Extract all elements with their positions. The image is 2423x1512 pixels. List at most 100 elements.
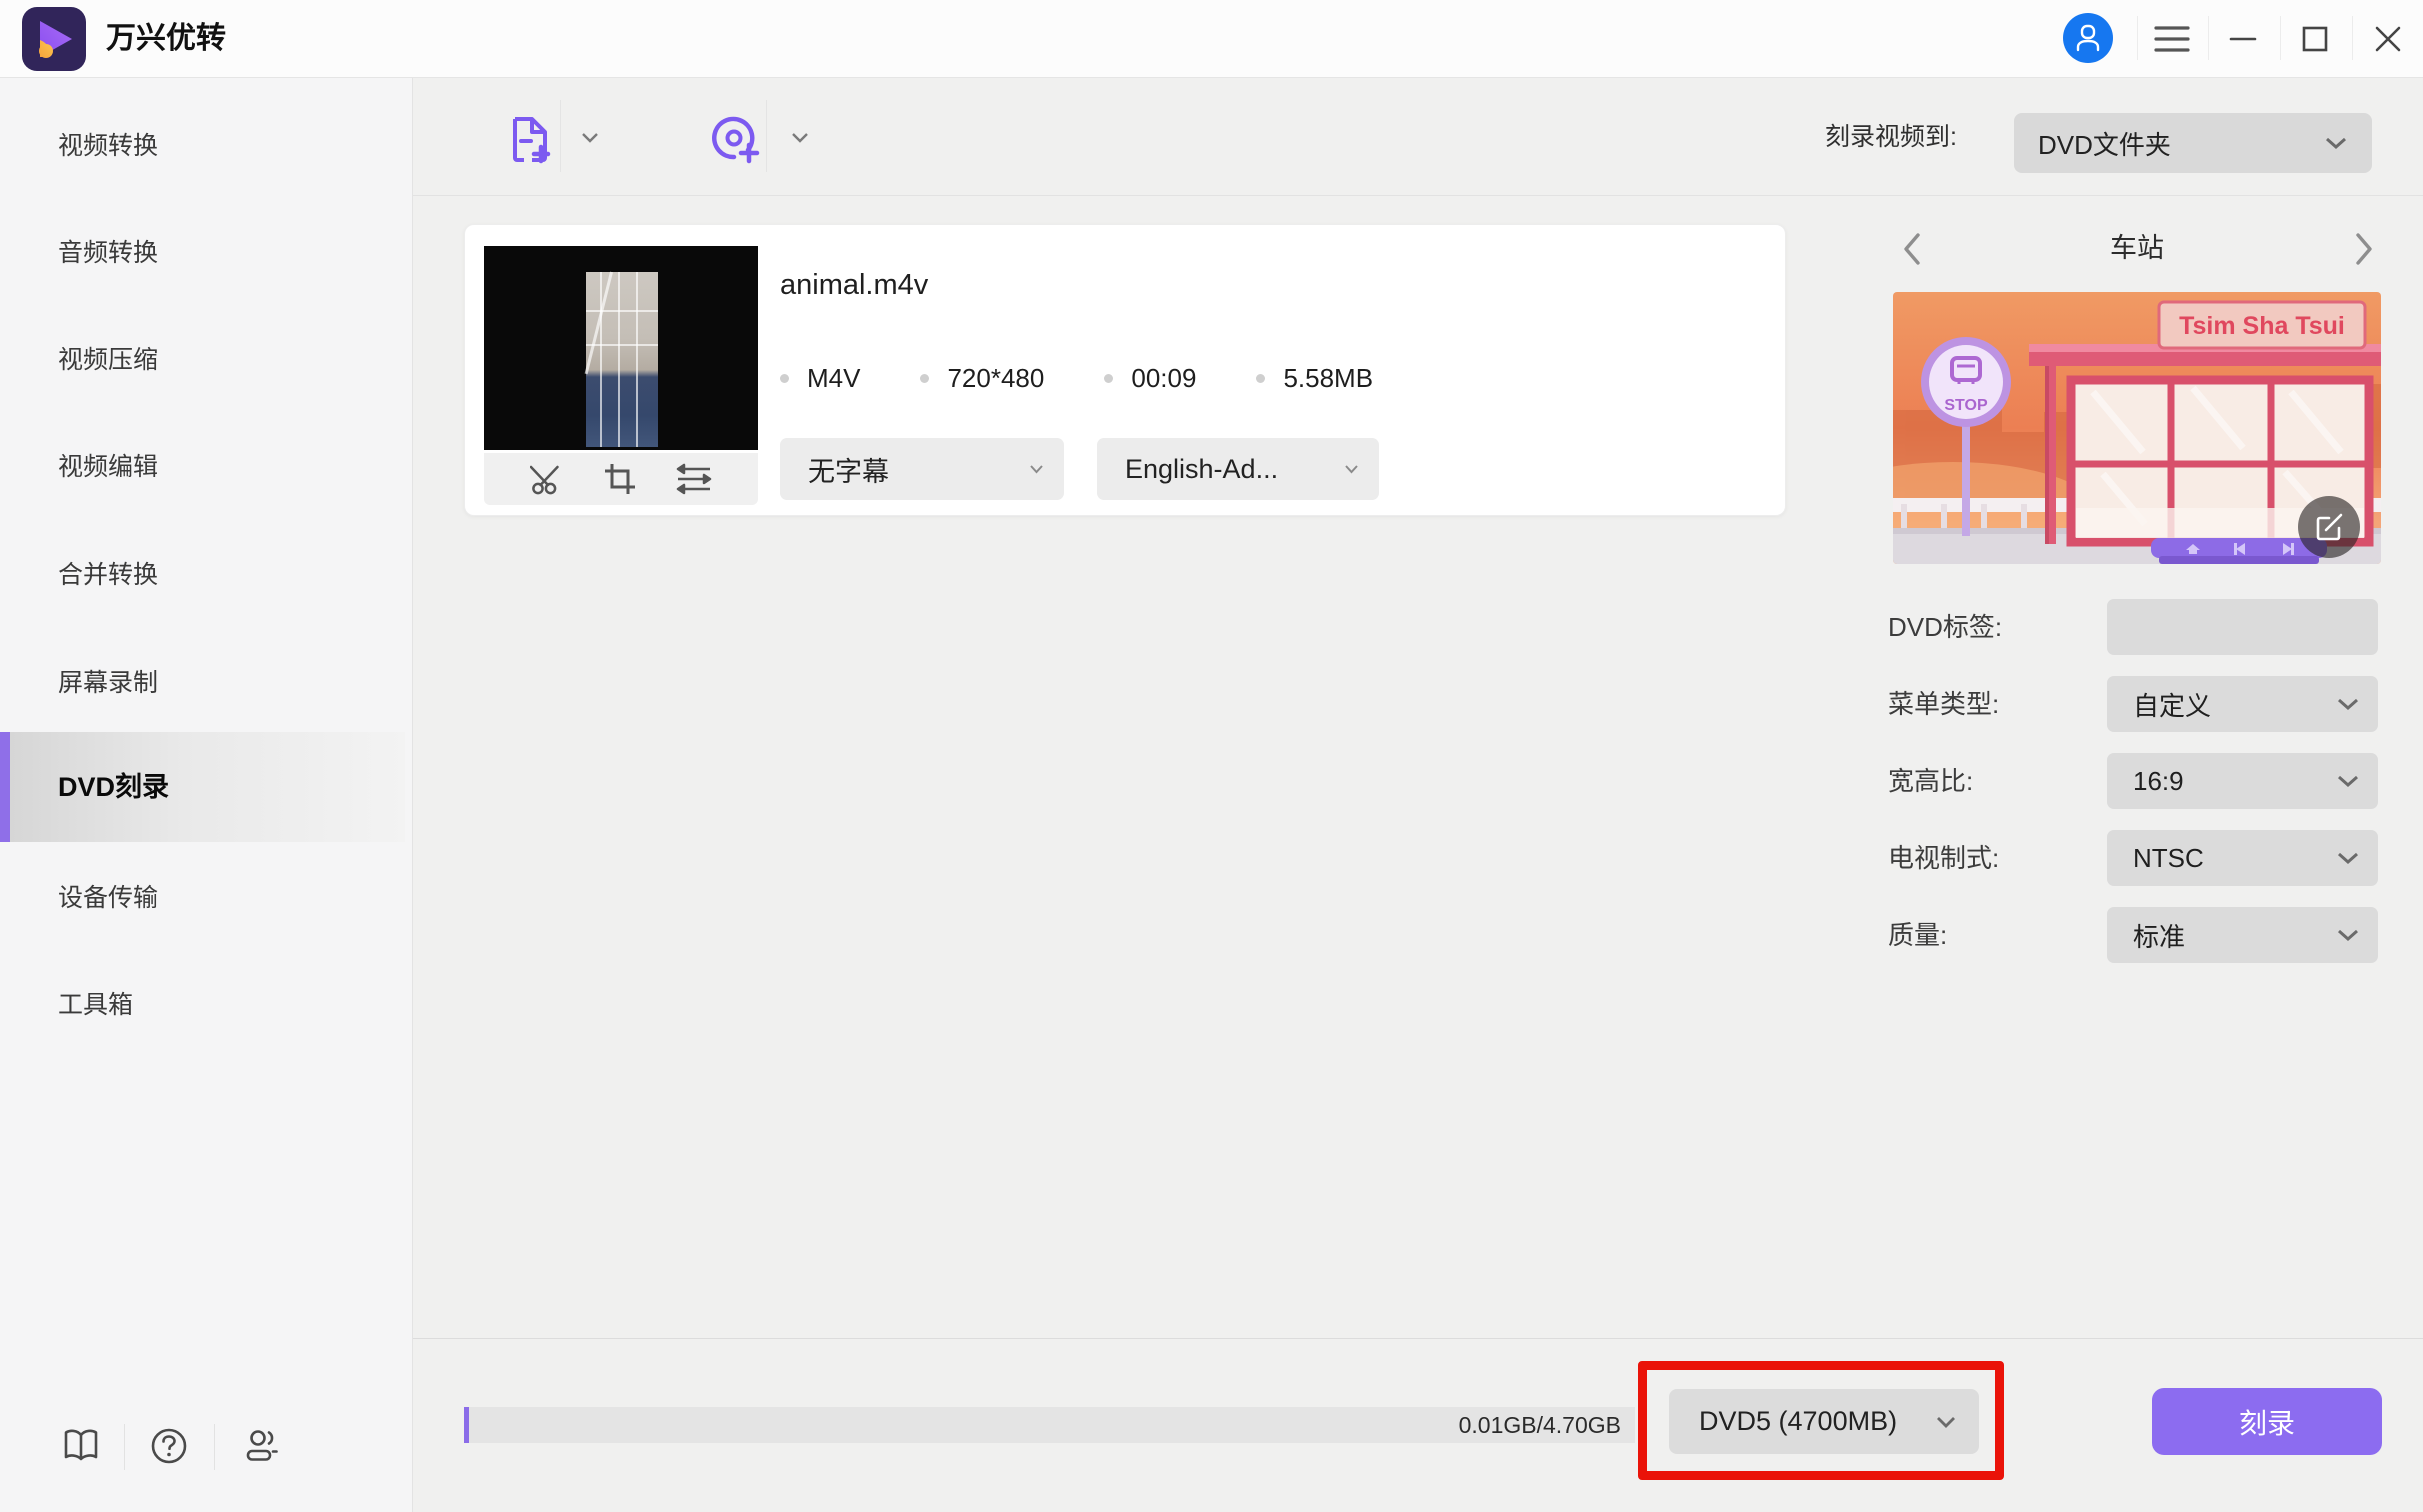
sidebar-item-video-compress[interactable]: 视频压缩 bbox=[0, 334, 412, 386]
disc-usage-fill bbox=[464, 1407, 469, 1443]
question-icon bbox=[151, 1428, 187, 1464]
disc-usage-text: 0.01GB/4.70GB bbox=[1458, 1411, 1621, 1438]
add-disc-icon bbox=[712, 116, 760, 164]
dvd-label-input[interactable] bbox=[2133, 598, 2360, 656]
edit-icon bbox=[2316, 513, 2343, 541]
close-icon bbox=[2375, 26, 2401, 51]
app-logo-icon bbox=[22, 7, 86, 71]
burn-button[interactable]: 刻录 bbox=[2152, 1388, 2382, 1455]
chevron-down-icon bbox=[582, 133, 598, 143]
file-resolution: 720*480 bbox=[947, 363, 1045, 393]
burn-to-dropdown[interactable]: DVD文件夹 bbox=[2014, 113, 2372, 173]
effects-button[interactable] bbox=[676, 463, 712, 495]
sidebar-item-label: DVD刻录 bbox=[58, 772, 170, 802]
sidebar-item-device-transfer[interactable]: 设备传输 bbox=[0, 872, 412, 924]
template-carousel-header: 车站 bbox=[1893, 222, 2381, 274]
titlebar-separator bbox=[2137, 16, 2138, 60]
toolbar-separator bbox=[766, 100, 767, 172]
chevron-left-icon bbox=[1904, 233, 1920, 265]
guide-button[interactable] bbox=[62, 1428, 100, 1464]
menu-type-dropdown[interactable]: 自定义 bbox=[2107, 676, 2378, 732]
sidebar-item-dvd-burn[interactable]: DVD刻录 bbox=[0, 732, 405, 842]
chevron-down-icon bbox=[2336, 851, 2360, 865]
maximize-button[interactable] bbox=[2287, 0, 2343, 77]
sidebar-item-video-convert[interactable]: 视频转换 bbox=[0, 120, 412, 172]
active-accent-bar bbox=[0, 732, 10, 842]
add-file-icon bbox=[513, 117, 551, 164]
app-window: 万兴优转 视频转换 音频转换 视频压缩 视频编辑 合并转换 屏幕录制 DVD刻录… bbox=[0, 0, 2423, 1512]
sidebar-item-merge-convert[interactable]: 合并转换 bbox=[0, 549, 412, 601]
sidebar: 视频转换 音频转换 视频压缩 视频编辑 合并转换 屏幕录制 DVD刻录 设备传输… bbox=[0, 78, 413, 1512]
chevron-down-icon bbox=[1029, 464, 1044, 474]
community-button[interactable] bbox=[243, 1428, 281, 1464]
add-disc-button[interactable] bbox=[708, 112, 762, 166]
meta-bullet bbox=[920, 374, 930, 383]
titlebar-separator bbox=[2352, 16, 2353, 60]
add-disc-dropdown-button[interactable] bbox=[791, 132, 809, 143]
aspect-ratio-dropdown[interactable]: 16:9 bbox=[2107, 753, 2378, 809]
disc-type-value: DVD5 (4700MB) bbox=[1699, 1406, 1898, 1436]
dvd-label-field-label: DVD标签: bbox=[1888, 612, 2003, 642]
aspect-ratio-field-label: 宽高比: bbox=[1888, 766, 1974, 796]
video-thumbnail[interactable] bbox=[484, 246, 758, 450]
template-title: 车站 bbox=[2110, 233, 2164, 263]
crop-button[interactable] bbox=[604, 463, 636, 495]
toolbar-separator bbox=[560, 100, 561, 172]
tv-standard-dropdown[interactable]: NTSC bbox=[2107, 830, 2378, 886]
burn-to-value: DVD文件夹 bbox=[2038, 129, 2171, 160]
subtitle-dropdown[interactable]: 无字幕 bbox=[780, 438, 1064, 500]
audio-track-value: English-Ad... bbox=[1125, 453, 1279, 484]
user-icon bbox=[2076, 24, 2100, 52]
sidebar-item-toolbox[interactable]: 工具箱 bbox=[0, 979, 412, 1031]
template-prev-button[interactable] bbox=[1895, 230, 1929, 268]
menu-type-value: 自定义 bbox=[2133, 690, 2212, 721]
clip-tools bbox=[484, 453, 758, 505]
trim-button[interactable] bbox=[530, 462, 564, 496]
file-format: M4V bbox=[807, 363, 861, 393]
menu-button[interactable] bbox=[2144, 0, 2200, 77]
account-avatar[interactable] bbox=[2063, 13, 2113, 63]
chevron-right-icon bbox=[2356, 233, 2372, 265]
title-bar: 万兴优转 bbox=[0, 0, 2423, 78]
sidebar-item-video-edit[interactable]: 视频编辑 bbox=[0, 441, 412, 493]
disc-type-dropdown[interactable]: DVD5 (4700MB) bbox=[1669, 1389, 1979, 1454]
close-button[interactable] bbox=[2360, 0, 2416, 77]
quality-field-label: 质量: bbox=[1888, 920, 1948, 950]
minimize-button[interactable] bbox=[2215, 0, 2271, 77]
meta-bullet bbox=[1256, 374, 1266, 383]
file-size: 5.58MB bbox=[1283, 363, 1374, 393]
book-icon bbox=[64, 1429, 98, 1461]
sidebar-item-audio-convert[interactable]: 音频转换 bbox=[0, 227, 412, 279]
quality-dropdown[interactable]: 标准 bbox=[2107, 907, 2378, 963]
chevron-down-icon bbox=[1935, 1415, 1957, 1429]
app-title: 万兴优转 bbox=[106, 22, 226, 55]
chevron-down-icon bbox=[2336, 928, 2360, 942]
chevron-down-icon bbox=[1344, 464, 1359, 474]
scissors-icon bbox=[530, 465, 559, 495]
sidebar-item-screen-record[interactable]: 屏幕录制 bbox=[0, 657, 412, 709]
bottom-divider bbox=[413, 1338, 2423, 1339]
tv-standard-field-label: 电视制式: bbox=[1888, 843, 2000, 873]
titlebar-separator bbox=[2208, 16, 2209, 60]
chevron-down-icon bbox=[2336, 774, 2360, 788]
main-toolbar: 刻录视频到: DVD文件夹 bbox=[413, 78, 2423, 196]
footer-separator bbox=[124, 1424, 125, 1470]
chevron-down-icon bbox=[2324, 136, 2348, 150]
edit-template-button[interactable] bbox=[2298, 496, 2360, 558]
footer-separator bbox=[214, 1424, 215, 1470]
minimize-icon bbox=[2229, 37, 2257, 40]
disc-usage-bar: 0.01GB/4.70GB bbox=[464, 1407, 1635, 1443]
audio-track-dropdown[interactable]: English-Ad... bbox=[1097, 438, 1379, 500]
help-button[interactable] bbox=[150, 1427, 188, 1465]
titlebar-separator bbox=[2280, 16, 2281, 60]
hamburger-icon bbox=[2154, 25, 2190, 52]
adjust-sliders-icon bbox=[676, 463, 712, 495]
dvd-label-input-box bbox=[2107, 598, 2378, 656]
crop-icon bbox=[605, 464, 635, 494]
meta-bullet bbox=[780, 374, 789, 383]
template-next-button[interactable] bbox=[2347, 230, 2381, 268]
add-file-button[interactable] bbox=[506, 114, 552, 164]
add-file-dropdown-button[interactable] bbox=[581, 132, 599, 143]
maximize-icon bbox=[2302, 26, 2328, 51]
sidebar-footer bbox=[0, 1418, 412, 1488]
